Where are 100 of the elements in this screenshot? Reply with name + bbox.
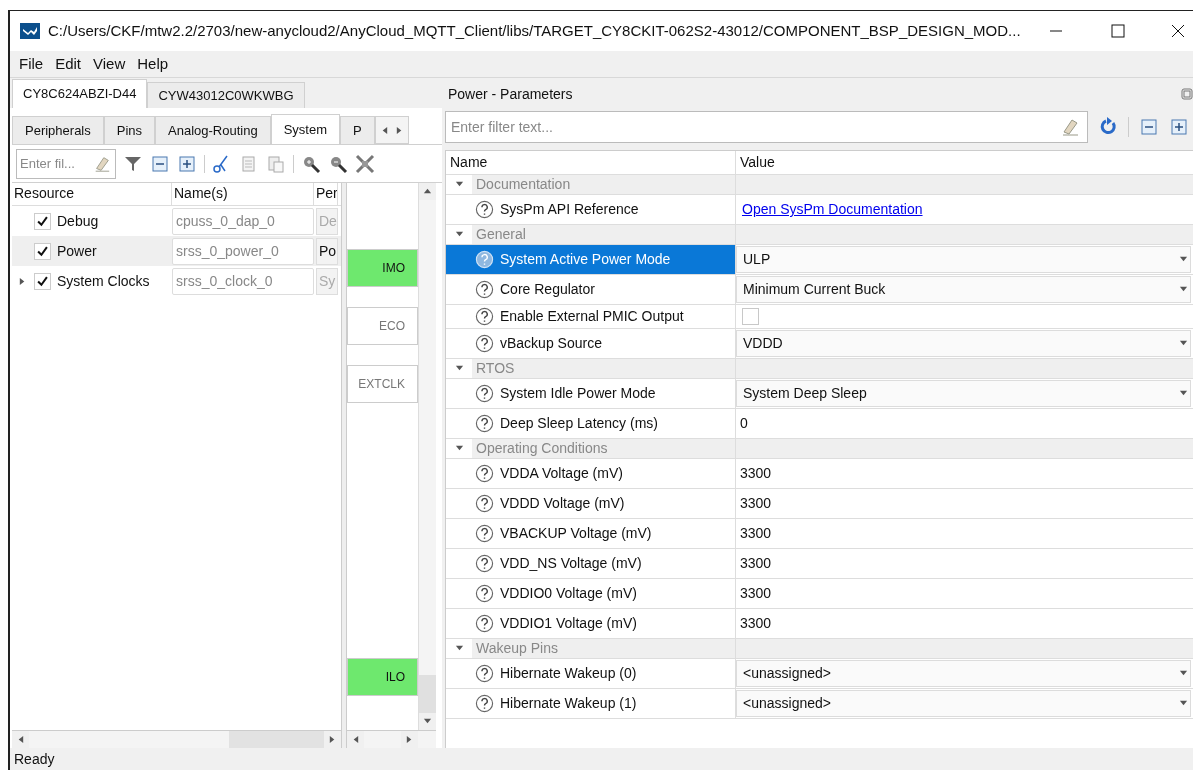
parameter-row[interactable]: Enable External PMIC Output xyxy=(446,305,1193,329)
status-text: Ready xyxy=(14,749,55,769)
column-header[interactable]: Value xyxy=(736,151,1193,174)
scrollbar-thumb[interactable] xyxy=(419,675,436,713)
value-dropdown[interactable]: System Deep Sleep xyxy=(736,380,1191,407)
help-icon[interactable] xyxy=(475,334,494,353)
scroll-arrow-button[interactable] xyxy=(419,713,436,730)
scroll-arrow-button[interactable] xyxy=(401,731,418,748)
parameter-row[interactable]: System Idle Power Mode System Deep Sleep xyxy=(446,379,1193,409)
collapse-all-icon[interactable] xyxy=(150,153,170,174)
value-text[interactable]: 3300 xyxy=(740,463,772,484)
instance-name-field[interactable]: srss_0_clock_0 xyxy=(172,267,314,295)
parameter-name: System Active Power Mode xyxy=(500,250,671,269)
value-text[interactable]: 0 xyxy=(740,413,748,434)
value-text[interactable]: 3300 xyxy=(740,613,772,634)
value-text[interactable]: 3300 xyxy=(740,553,772,574)
device-tab[interactable]: CY8C624ABZI-D44 xyxy=(12,79,148,108)
menu-item[interactable]: Help xyxy=(132,52,174,76)
value-text[interactable]: 3300 xyxy=(740,493,772,514)
clock-block[interactable]: EXTCLK xyxy=(347,365,418,403)
menu-item[interactable]: Edit xyxy=(50,52,87,76)
instance-name-field[interactable]: cpuss_0_dap_0 xyxy=(172,207,314,235)
menu-item[interactable]: File xyxy=(14,52,49,76)
parameter-row[interactable]: vBackup Source VDDD xyxy=(446,329,1193,359)
value-text[interactable]: 3300 xyxy=(740,523,772,544)
help-icon[interactable] xyxy=(475,384,494,403)
help-icon[interactable] xyxy=(475,694,494,713)
help-icon[interactable] xyxy=(475,664,494,683)
value-dropdown[interactable]: ULP xyxy=(736,246,1191,273)
resource-row[interactable]: Power srss_0_power_0 Po xyxy=(12,236,341,266)
scroll-arrow-button[interactable] xyxy=(12,731,29,748)
float-panel-icon[interactable] xyxy=(1181,88,1193,100)
view-tab[interactable]: Peripherals xyxy=(12,116,104,144)
vertical-scrollbar[interactable] xyxy=(418,183,436,730)
scroll-arrow-button[interactable] xyxy=(347,731,364,748)
parameter-row[interactable]: Core Regulator Minimum Current Buck xyxy=(446,275,1193,305)
maximize-icon[interactable] xyxy=(1111,24,1125,38)
checkbox[interactable] xyxy=(34,242,51,260)
parameter-row[interactable]: Hibernate Wakeup (0) <unassigned> xyxy=(446,659,1193,689)
view-tab[interactable]: Analog-Routing xyxy=(155,116,271,144)
clock-block[interactable]: ECO xyxy=(347,307,418,345)
parameter-row[interactable]: VDD_NS Voltage (mV) 3300 xyxy=(446,549,1193,579)
column-header[interactable]: Per xyxy=(314,183,338,205)
horizontal-scrollbar[interactable] xyxy=(347,730,436,748)
checkbox[interactable] xyxy=(34,272,51,290)
filter-field[interactable]: Enter filter text... xyxy=(445,111,1088,143)
help-icon[interactable] xyxy=(475,554,494,573)
parameter-row[interactable]: System Active Power Mode ULP xyxy=(446,245,1193,275)
parameter-name: vBackup Source xyxy=(500,334,602,353)
help-icon[interactable] xyxy=(475,414,494,433)
expand-arrow-icon[interactable] xyxy=(18,276,27,286)
scroll-arrow-button[interactable] xyxy=(324,731,341,748)
help-icon[interactable] xyxy=(475,524,494,543)
expand-all-icon[interactable] xyxy=(1169,117,1189,137)
help-icon[interactable] xyxy=(475,494,494,513)
parameter-row[interactable]: VDDA Voltage (mV) 3300 xyxy=(446,459,1193,489)
scroll-arrow-button[interactable] xyxy=(419,183,436,200)
view-tab[interactable]: Pins xyxy=(103,116,156,144)
value-dropdown[interactable]: Minimum Current Buck xyxy=(736,276,1191,303)
horizontal-scrollbar[interactable] xyxy=(12,730,341,748)
column-header[interactable]: Resource xyxy=(12,183,172,205)
value-text[interactable]: 3300 xyxy=(740,583,772,604)
help-icon[interactable] xyxy=(475,280,494,299)
clock-block[interactable]: IMO xyxy=(347,249,418,287)
parameter-row[interactable]: VDDIO0 Voltage (mV) 3300 xyxy=(446,579,1193,609)
documentation-link[interactable]: Open SysPm Documentation xyxy=(742,199,923,220)
view-tab[interactable]: P xyxy=(340,116,375,144)
help-icon[interactable] xyxy=(475,464,494,483)
parameter-row[interactable]: Hibernate Wakeup (1) <unassigned> xyxy=(446,689,1193,719)
value-dropdown[interactable]: <unassigned> xyxy=(736,660,1191,687)
arrow-icon xyxy=(351,735,360,744)
help-icon[interactable] xyxy=(475,614,494,633)
close-icon[interactable] xyxy=(1171,24,1185,38)
dropdown-arrow-icon xyxy=(1179,669,1188,678)
parameter-row[interactable]: VBACKUP Voltage (mV) 3300 xyxy=(446,519,1193,549)
dropdown-arrow-icon xyxy=(1179,699,1188,708)
view-tab[interactable]: System xyxy=(270,114,341,144)
arrow-icon xyxy=(18,276,27,286)
arrow-icon xyxy=(454,444,464,453)
reset-icon[interactable] xyxy=(1098,117,1118,137)
expand-all-icon[interactable] xyxy=(177,153,197,174)
clock-block[interactable]: ILO xyxy=(347,658,418,696)
value-dropdown[interactable]: VDDD xyxy=(736,330,1191,357)
help-icon[interactable] xyxy=(475,200,494,219)
personality-field[interactable]: Po xyxy=(316,237,338,265)
fit-view-icon[interactable] xyxy=(355,153,375,174)
instance-name-field[interactable]: srss_0_power_0 xyxy=(172,237,314,265)
resource-filter-field[interactable]: Enter fil... xyxy=(16,148,116,179)
column-header[interactable]: Name(s) xyxy=(172,183,314,205)
menu-item[interactable]: View xyxy=(88,52,131,76)
device-tab[interactable]: CYW43012C0WKWBG xyxy=(147,82,305,108)
parameter-row[interactable]: VDDD Voltage (mV) 3300 xyxy=(446,489,1193,519)
help-icon[interactable] xyxy=(475,307,494,326)
column-header[interactable]: Name xyxy=(446,151,736,174)
collapse-all-icon[interactable] xyxy=(1139,117,1159,137)
tab-scroll-buttons[interactable] xyxy=(374,116,409,144)
checkbox[interactable] xyxy=(34,212,51,230)
help-icon[interactable] xyxy=(475,584,494,603)
value-dropdown[interactable]: <unassigned> xyxy=(736,690,1191,717)
checkbox[interactable] xyxy=(742,308,759,325)
